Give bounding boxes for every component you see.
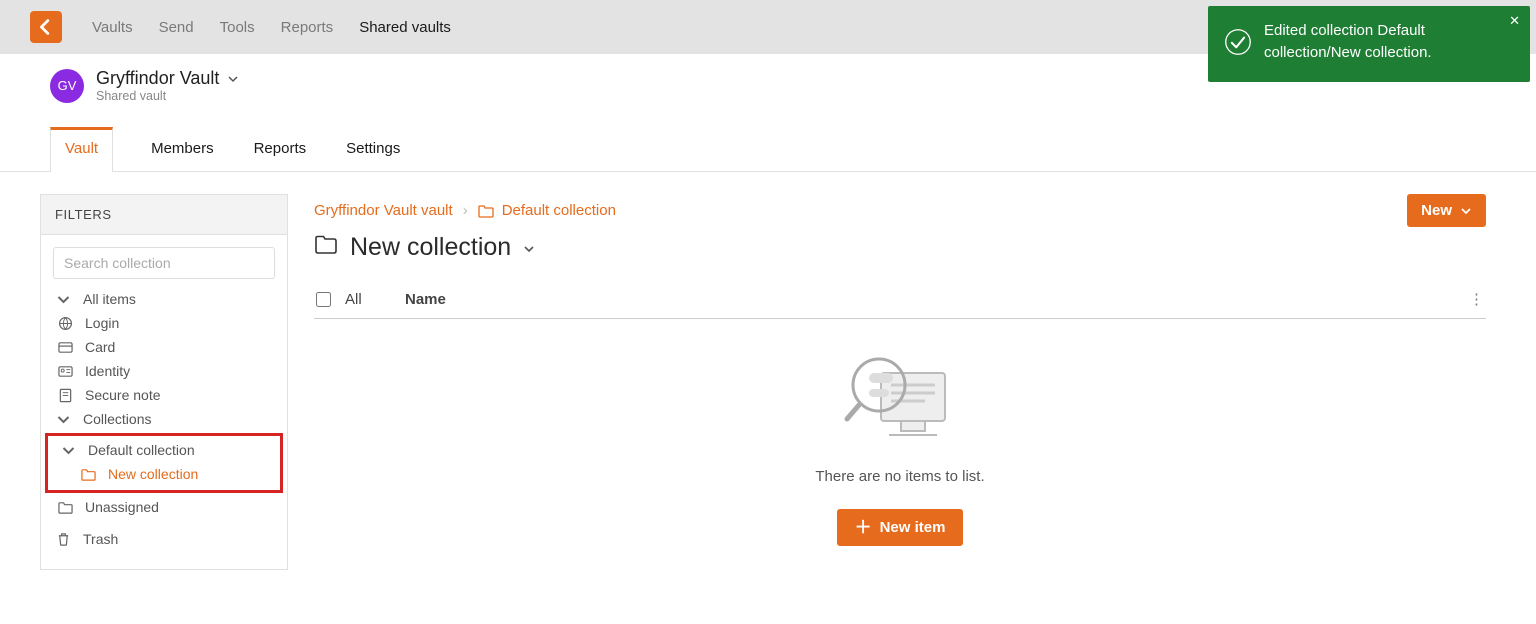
chevron-down-icon [60, 443, 76, 458]
filter-list: All items Login Card Identity Secure not… [41, 287, 287, 569]
filter-trash[interactable]: Trash [51, 527, 277, 551]
folder-icon [57, 500, 73, 515]
check-icon [1224, 28, 1252, 56]
chevron-down-icon [227, 73, 239, 85]
tab-members[interactable]: Members [149, 127, 216, 171]
folder-icon [314, 233, 338, 262]
breadcrumb-root[interactable]: Gryffindor Vault vault [314, 202, 453, 219]
identity-icon [57, 364, 73, 379]
card-icon [57, 340, 73, 355]
nav-tools[interactable]: Tools [220, 19, 255, 36]
breadcrumb-row: Gryffindor Vault vault › Default collect… [314, 194, 1486, 227]
vault-name: Gryffindor Vault [96, 68, 219, 89]
vault-tabs: Vault Members Reports Settings [50, 127, 1486, 171]
highlighted-region: Default collection New collection [45, 433, 283, 493]
new-button[interactable]: New [1407, 194, 1486, 227]
nav-reports[interactable]: Reports [281, 19, 334, 36]
filter-label: Identity [85, 363, 130, 379]
nav-shared-vaults[interactable]: Shared vaults [359, 19, 451, 36]
select-all-checkbox[interactable] [316, 292, 331, 307]
tab-settings[interactable]: Settings [344, 127, 402, 171]
arrow-left-icon [35, 16, 57, 38]
empty-message: There are no items to list. [314, 468, 1486, 485]
filters-header: FILTERS [41, 195, 287, 235]
chevron-right-icon: › [463, 202, 468, 219]
filter-label: New collection [108, 466, 198, 482]
filter-label: Trash [83, 531, 118, 547]
nav-links: Vaults Send Tools Reports Shared vaults [92, 19, 451, 36]
search-collection-input[interactable] [53, 247, 275, 279]
content-area: Gryffindor Vault vault › Default collect… [314, 194, 1486, 570]
filter-login[interactable]: Login [51, 311, 277, 335]
chevron-down-icon [1460, 205, 1472, 217]
column-name: Name [405, 291, 1460, 308]
filter-label: Secure note [85, 387, 161, 403]
tab-vault[interactable]: Vault [50, 127, 113, 172]
filter-collections[interactable]: Collections [51, 407, 277, 431]
filter-unassigned[interactable]: Unassigned [51, 495, 277, 519]
filter-identity[interactable]: Identity [51, 359, 277, 383]
vault-subtitle: Shared vault [96, 89, 239, 103]
breadcrumb-parent-label: Default collection [502, 202, 616, 219]
filter-label: Collections [83, 411, 151, 427]
toast-message: Edited collection Default collection/New… [1264, 22, 1432, 61]
app-logo[interactable] [30, 11, 62, 43]
main-area: FILTERS All items Login Card Identity [0, 172, 1536, 570]
chevron-down-icon [55, 412, 71, 427]
chevron-down-icon [55, 292, 71, 307]
filter-label: All items [83, 291, 136, 307]
filter-label: Login [85, 315, 119, 331]
page-title-menu[interactable] [523, 233, 535, 262]
filter-label: Unassigned [85, 499, 159, 515]
filter-card[interactable]: Card [51, 335, 277, 359]
vault-avatar: GV [50, 69, 84, 103]
globe-icon [57, 316, 73, 331]
note-icon [57, 388, 73, 403]
success-toast: Edited collection Default collection/New… [1208, 6, 1530, 82]
folder-icon [80, 467, 96, 482]
filter-new-collection[interactable]: New collection [54, 462, 274, 486]
chevron-down-icon [523, 243, 535, 255]
table-options-icon[interactable]: ⋮ [1460, 290, 1484, 308]
trash-icon [55, 532, 71, 547]
empty-illustration [835, 345, 965, 450]
column-all: All [345, 291, 405, 308]
empty-state: There are no items to list. ＋ New item [314, 319, 1486, 566]
nav-send[interactable]: Send [159, 19, 194, 36]
filter-secure-note[interactable]: Secure note [51, 383, 277, 407]
filter-label: Card [85, 339, 115, 355]
page-title-row: New collection [314, 233, 1486, 262]
vault-name-dropdown[interactable]: Gryffindor Vault [96, 68, 239, 89]
filter-label: Default collection [88, 442, 195, 458]
toast-close-icon[interactable]: ✕ [1509, 12, 1520, 31]
new-button-label: New [1421, 202, 1452, 219]
filter-default-collection[interactable]: Default collection [54, 438, 274, 462]
tab-reports[interactable]: Reports [252, 127, 309, 171]
breadcrumb-parent[interactable]: Default collection [478, 202, 616, 219]
filters-sidebar: FILTERS All items Login Card Identity [40, 194, 288, 570]
page-title: New collection [350, 233, 511, 262]
top-navbar: Vaults Send Tools Reports Shared vaults … [0, 0, 1536, 54]
folder-icon [478, 204, 494, 218]
filter-all-items[interactable]: All items [51, 287, 277, 311]
items-table-header: All Name ⋮ [314, 280, 1486, 319]
new-item-label: New item [880, 519, 946, 536]
new-item-button[interactable]: ＋ New item [837, 509, 964, 546]
plus-icon: ＋ [855, 519, 872, 536]
breadcrumb: Gryffindor Vault vault › Default collect… [314, 202, 616, 219]
nav-vaults[interactable]: Vaults [92, 19, 133, 36]
